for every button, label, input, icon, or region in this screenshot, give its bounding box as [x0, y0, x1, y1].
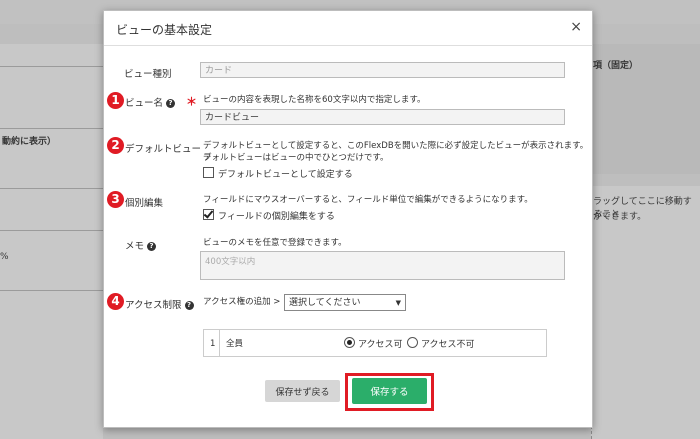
- close-icon[interactable]: ×: [570, 19, 582, 35]
- access-allow-label: アクセス可: [358, 340, 403, 350]
- access-select[interactable]: 選択してください ▼: [284, 294, 406, 311]
- chevron-down-icon: ▼: [395, 299, 401, 307]
- marker-1: 1: [107, 92, 124, 109]
- view-name-label-text: ビュー名: [125, 98, 164, 109]
- access-deny-radio[interactable]: アクセス不可: [407, 337, 475, 350]
- save-button[interactable]: 保存する: [352, 378, 427, 404]
- access-select-value: 選択してください: [289, 298, 361, 308]
- default-view-description-2: フォルトビューはビューの中でひとつだけです。: [203, 153, 389, 163]
- view-name-description: ビューの内容を表現した名称を60文字以内で指定します。: [203, 95, 426, 105]
- modal-title: ビューの基本設定: [116, 23, 213, 37]
- individual-edit-label: 個別編集: [125, 198, 164, 209]
- default-view-checkbox[interactable]: デフォルトビューとして設定する: [203, 167, 353, 180]
- access-deny-label: アクセス不可: [421, 340, 475, 350]
- default-view-checkbox-label: デフォルトビューとして設定する: [218, 170, 353, 180]
- checkbox-checked-icon[interactable]: [203, 209, 214, 220]
- cancel-button[interactable]: 保存せず戻る: [265, 380, 340, 402]
- access-label-text: アクセス制限: [125, 300, 182, 311]
- help-icon[interactable]: ?: [184, 301, 194, 310]
- access-table: 1 全員 アクセス可 アクセス不可: [203, 329, 547, 357]
- modal-header: ビューの基本設定 ×: [104, 11, 592, 46]
- checkbox-icon[interactable]: [203, 167, 214, 178]
- view-type-label: ビュー種別: [124, 69, 172, 80]
- individual-edit-description: フィールドにマウスオーバーすると、フィールド単位で編集ができるようになります。: [203, 195, 533, 205]
- view-settings-modal: ビューの基本設定 × ビュー種別 カード 1 ビュー名? ＊ ビューの内容を表現…: [103, 10, 593, 428]
- memo-description: ビューのメモを任意で登録できます。: [203, 238, 347, 248]
- marker-4: 4: [107, 293, 124, 310]
- memo-textarea[interactable]: 400文字以内: [200, 251, 565, 280]
- access-row-index: 1: [210, 339, 216, 349]
- help-icon[interactable]: ?: [166, 99, 176, 108]
- access-row-name: 全員: [226, 339, 244, 349]
- access-label: アクセス制限?: [125, 297, 194, 311]
- memo-label-text: メモ: [125, 241, 145, 252]
- view-type-field: カード: [200, 62, 565, 78]
- radio-icon[interactable]: [407, 337, 418, 348]
- radio-selected-icon[interactable]: [344, 337, 355, 348]
- view-name-input[interactable]: カードビュー: [200, 109, 565, 125]
- access-row: 全員 アクセス可 アクセス不可: [219, 330, 547, 356]
- help-icon[interactable]: ?: [147, 242, 157, 251]
- individual-edit-checkbox-label: フィールドの個別編集をする: [218, 212, 335, 222]
- memo-label: メモ?: [125, 238, 157, 252]
- access-allow-radio[interactable]: アクセス可: [344, 337, 403, 350]
- individual-edit-checkbox[interactable]: フィールドの個別編集をする: [203, 209, 335, 222]
- required-mark: ＊: [186, 95, 197, 108]
- marker-3: 3: [107, 191, 124, 208]
- access-add-label: アクセス権の追加 >: [203, 297, 281, 307]
- marker-2: 2: [107, 137, 124, 154]
- default-view-label: デフォルトビュー: [125, 144, 202, 155]
- view-name-label: ビュー名?: [125, 95, 176, 109]
